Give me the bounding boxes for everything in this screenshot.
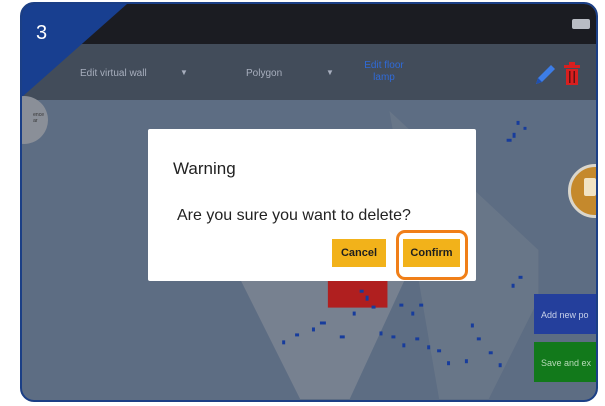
cancel-button[interactable]: Cancel (332, 239, 386, 267)
pencil-icon[interactable] (532, 62, 558, 88)
trash-icon[interactable] (563, 62, 581, 86)
edit-virtual-wall-dropdown[interactable]: Edit virtual wall (80, 68, 147, 79)
polygon-dropdown[interactable]: Polygon (246, 68, 282, 79)
document-icon (584, 178, 596, 196)
add-new-polygon-button[interactable]: Add new po (534, 294, 596, 334)
confirm-highlight-box (396, 230, 468, 280)
app-frame: Edit virtual wall ▼ Polygon ▼ Edit floor… (20, 2, 598, 402)
battery-icon (572, 19, 590, 29)
save-and-exit-button[interactable]: Save and ex (534, 342, 596, 382)
dialog-title: Warning (173, 159, 236, 178)
edit-floor-lamp-button[interactable]: Edit floor lamp (354, 60, 414, 84)
toolbar: Edit virtual wall ▼ Polygon ▼ Edit floor… (22, 44, 596, 100)
step-number: 3 (36, 22, 48, 44)
chevron-down-icon: ▼ (326, 68, 334, 77)
chevron-down-icon: ▼ (180, 68, 188, 77)
dialog-message: Are you sure you want to delete? (177, 207, 411, 224)
